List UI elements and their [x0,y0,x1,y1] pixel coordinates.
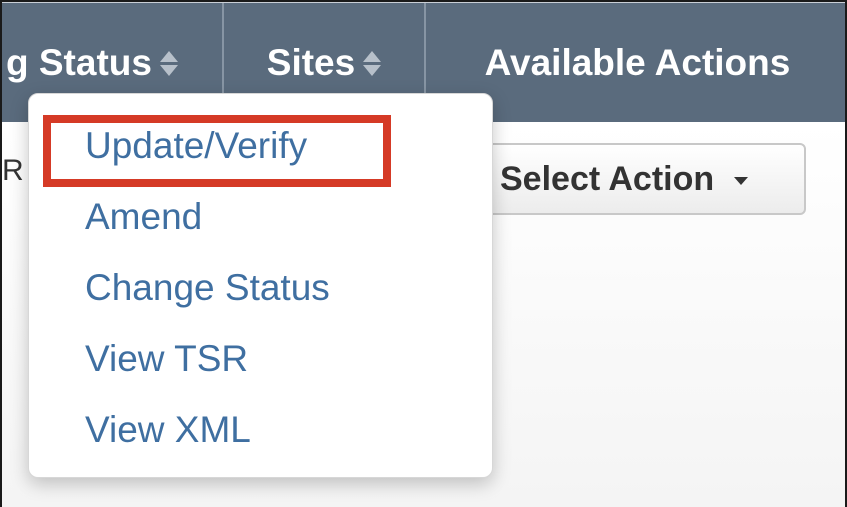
annotation-highlight-box [43,115,391,187]
menu-item-view-xml[interactable]: View XML [85,411,251,448]
row-cell-text: R [2,154,24,187]
sort-icon[interactable] [159,50,178,76]
screenshot-frame: g Status Sites Available Actions R Selec… [0,0,847,507]
select-action-label: Select Action [500,159,715,198]
column-header-actions-label: Available Actions [484,42,791,83]
select-action-dropdown[interactable]: Select Action [472,143,806,215]
caret-down-icon [734,177,749,185]
column-header-sites-label: Sites [266,42,356,83]
menu-item-amend[interactable]: Amend [85,198,202,235]
column-header-status-label: g Status [6,42,152,83]
sort-icon[interactable] [363,50,382,76]
menu-item-view-tsr[interactable]: View TSR [85,340,248,377]
menu-item-change-status[interactable]: Change Status [85,269,330,306]
